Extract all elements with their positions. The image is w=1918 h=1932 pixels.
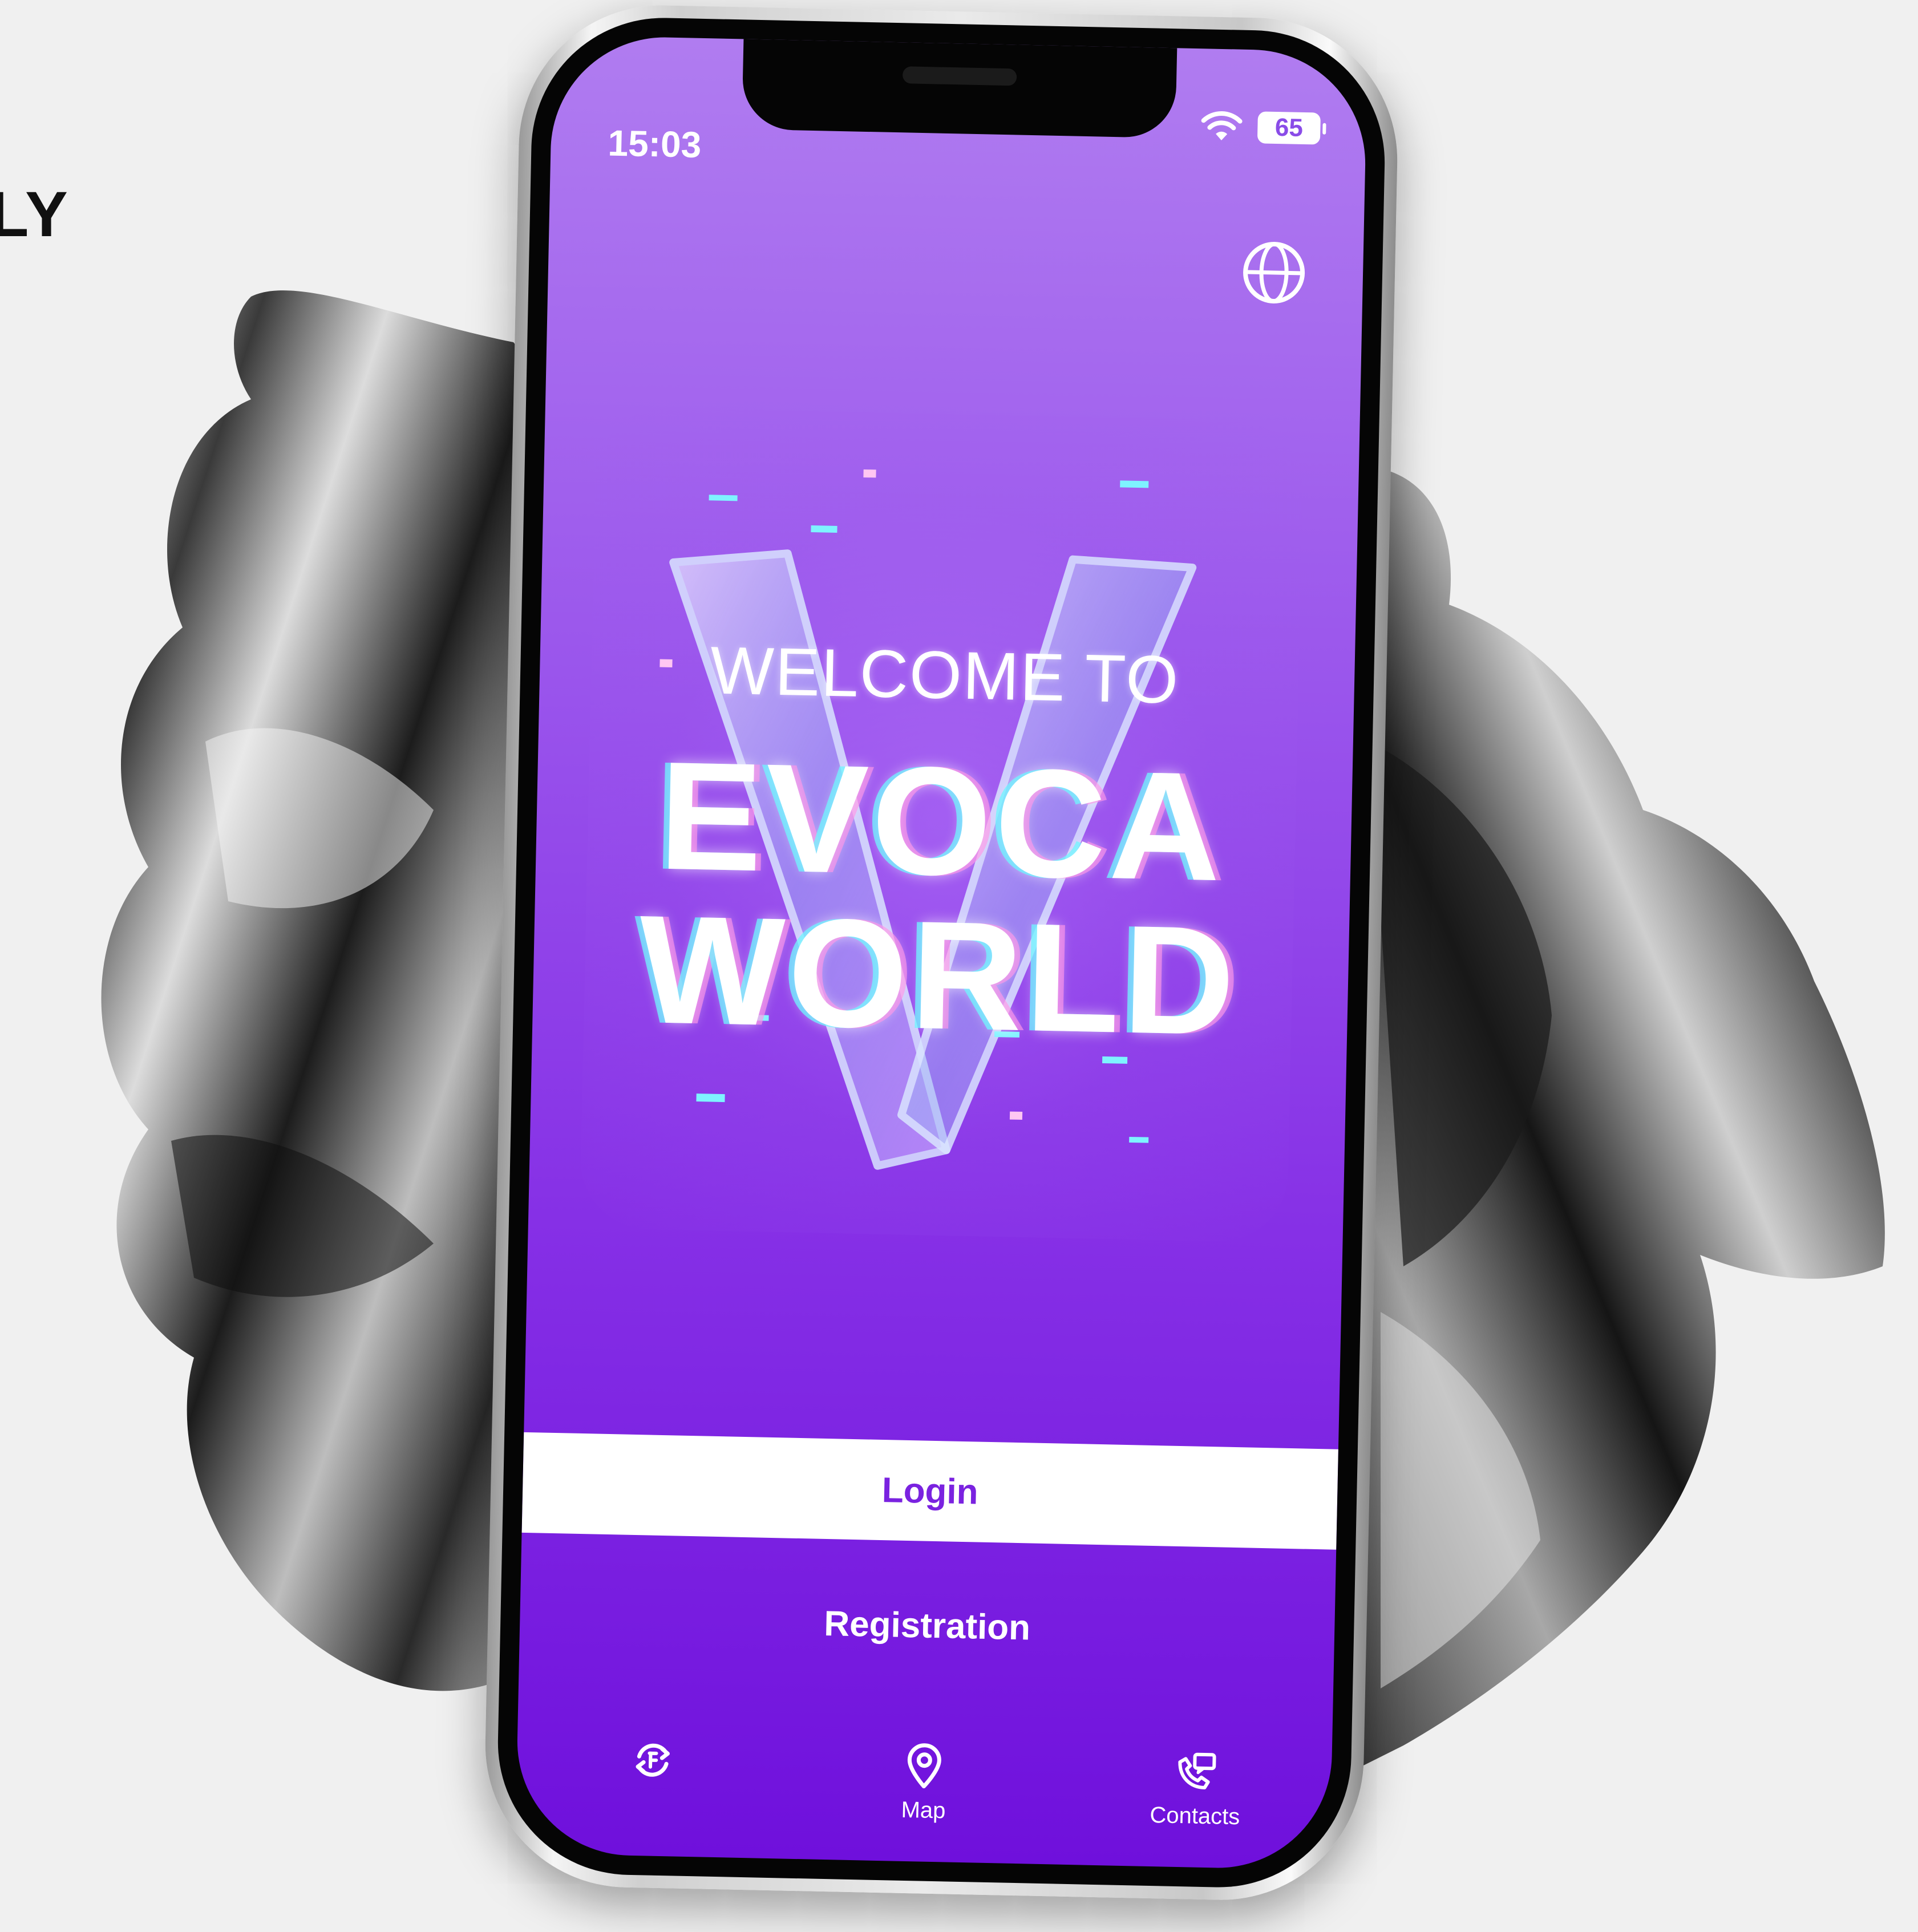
nav-label-map: Map bbox=[901, 1797, 946, 1824]
brand-name-line2: WORLD bbox=[637, 883, 1240, 1068]
map-pin-icon bbox=[907, 1743, 941, 1789]
contacts-phone-icon bbox=[1178, 1752, 1216, 1789]
wifi-icon bbox=[1200, 110, 1243, 143]
app-screen: 15:03 65 WELCOME TO EVOCA WORLD Login Re… bbox=[515, 35, 1368, 1870]
nav-item-contacts[interactable]: Contacts bbox=[1109, 1746, 1282, 1831]
exchange-icon bbox=[636, 1743, 670, 1777]
nav-item-exchange[interactable] bbox=[567, 1735, 739, 1794]
notch bbox=[742, 38, 1177, 139]
welcome-heading: WELCOME TO bbox=[709, 633, 1180, 718]
status-time: 15:03 bbox=[607, 122, 702, 165]
nav-item-map[interactable]: Map bbox=[837, 1740, 1010, 1825]
phone-mockup: 15:03 65 WELCOME TO EVOCA WORLD Login Re… bbox=[482, 2, 1401, 1903]
language-button[interactable] bbox=[1239, 238, 1309, 307]
globe-icon bbox=[1243, 241, 1305, 303]
speaker-grille bbox=[902, 66, 1017, 86]
bottom-nav: Map Contacts bbox=[515, 1716, 1333, 1870]
status-indicators: 65 bbox=[1200, 110, 1321, 145]
welcome-logo: WELCOME TO EVOCA WORLD bbox=[579, 407, 1304, 1243]
registration-button[interactable]: Registration bbox=[519, 1567, 1336, 1684]
login-button[interactable]: Login bbox=[521, 1432, 1338, 1550]
brand-name-line1: EVOCA bbox=[657, 730, 1226, 914]
nav-label-contacts: Contacts bbox=[1150, 1802, 1240, 1830]
battery-indicator: 65 bbox=[1257, 111, 1321, 145]
